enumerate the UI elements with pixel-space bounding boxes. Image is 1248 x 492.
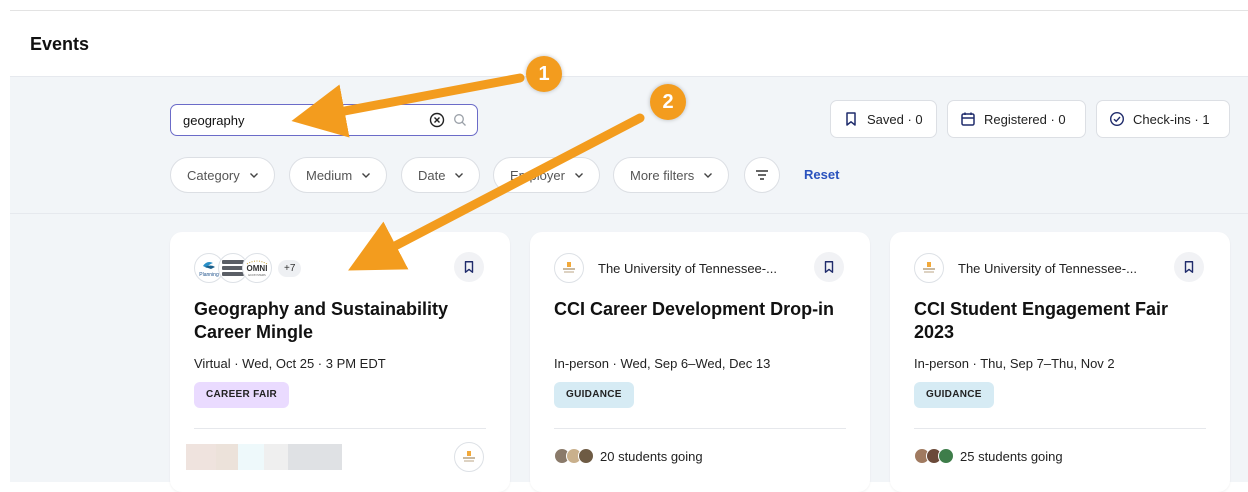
date-filter[interactable]: Date [401, 157, 481, 193]
attendance: 25 students going [914, 448, 1063, 464]
category-filter[interactable]: Category [170, 157, 275, 193]
registered-label: Registered · 0 [984, 111, 1066, 127]
event-title[interactable]: CCI Career Development Drop-in [554, 298, 844, 321]
chevron-down-icon [574, 173, 583, 178]
card-divider [914, 428, 1206, 429]
saved-button[interactable]: Saved · 0 [830, 100, 937, 138]
event-meta: In-person · Wed, Sep 6–Wed, Dec 13 [554, 356, 771, 371]
annotation-badge-2: 2 [650, 84, 686, 120]
event-meta: Virtual · Wed, Oct 25 · 3 PM EDT [194, 356, 386, 371]
chevron-down-icon [704, 173, 713, 178]
employer-filter-label: Employer [510, 167, 565, 183]
check-circle-icon [1109, 111, 1125, 127]
event-card[interactable]: Planning OMNI ECOSYSTEMS +7 Geography and… [170, 232, 510, 492]
search-box[interactable] [170, 104, 478, 136]
employer-logos: Planning OMNI ECOSYSTEMS +7 [194, 252, 302, 284]
event-category-tag: GUIDANCE [914, 382, 994, 408]
omni-logo: OMNI ECOSYSTEMS [242, 253, 272, 283]
bookmark-icon [846, 112, 856, 126]
card-divider [194, 428, 486, 429]
employer-filter[interactable]: Employer [493, 157, 600, 193]
card-divider [554, 428, 846, 429]
bookmark-button[interactable] [1174, 252, 1204, 282]
university-logo [454, 442, 484, 472]
search-icon[interactable] [453, 113, 467, 127]
event-category-tag: GUIDANCE [554, 382, 634, 408]
event-category-tag: CAREER FAIR [194, 382, 290, 408]
blurred-avatars [186, 444, 344, 470]
planning-logo-text: Planning [199, 272, 219, 278]
chevron-down-icon [455, 173, 464, 178]
students-going: 20 students going [600, 448, 703, 464]
event-card[interactable]: The University of Tennessee-... CCI Stud… [890, 232, 1230, 492]
saved-label: Saved · 0 [867, 111, 923, 127]
chevron-down-icon [362, 173, 371, 178]
medium-filter[interactable]: Medium [289, 157, 388, 193]
avatar [578, 448, 594, 464]
employer-logos: The University of Tennessee-... [914, 252, 1137, 284]
bookmark-icon [824, 261, 834, 273]
avatar [938, 448, 954, 464]
students-going: 25 students going [960, 448, 1063, 464]
bookmark-button[interactable] [454, 252, 484, 282]
svg-text:ECOSYSTEMS: ECOSYSTEMS [248, 274, 266, 277]
search-input[interactable] [183, 111, 423, 129]
medium-filter-label: Medium [306, 167, 353, 183]
employer-name: The University of Tennessee-... [598, 260, 777, 276]
event-card[interactable]: The University of Tennessee-... CCI Care… [530, 232, 870, 492]
svg-text:OMNI: OMNI [247, 264, 268, 273]
date-filter-label: Date [418, 167, 446, 183]
employer-logos: The University of Tennessee-... [554, 252, 777, 284]
bookmark-icon [1184, 261, 1194, 273]
university-logo [554, 253, 584, 283]
calendar-icon [961, 112, 975, 126]
more-logos-count: +7 [278, 259, 302, 277]
university-logo [914, 253, 944, 283]
more-filters[interactable]: More filters [613, 157, 730, 193]
category-filter-label: Category [187, 167, 240, 183]
page-title: Events [30, 34, 90, 54]
event-title[interactable]: CCI Student Engagement Fair 2023 [914, 298, 1204, 344]
checkins-button[interactable]: Check-ins · 1 [1096, 100, 1230, 138]
registered-button[interactable]: Registered · 0 [947, 100, 1086, 138]
event-meta: In-person · Thu, Sep 7–Thu, Nov 2 [914, 356, 1115, 371]
employer-name: The University of Tennessee-... [958, 260, 1137, 276]
reset-link[interactable]: Reset [804, 167, 839, 182]
more-filters-label: More filters [630, 167, 695, 183]
bookmark-icon [464, 261, 474, 273]
top-divider [10, 10, 1248, 11]
sort-lines-icon [756, 170, 768, 180]
clear-icon[interactable] [429, 112, 445, 128]
checkins-label: Check-ins · 1 [1133, 111, 1210, 127]
attendance: 20 students going [554, 448, 703, 464]
filter-panel [10, 76, 1248, 214]
bookmark-button[interactable] [814, 252, 844, 282]
sort-button[interactable] [744, 157, 780, 193]
chevron-down-icon [249, 173, 258, 178]
annotation-badge-1: 1 [526, 56, 562, 92]
event-title[interactable]: Geography and Sustainability Career Ming… [194, 298, 484, 344]
